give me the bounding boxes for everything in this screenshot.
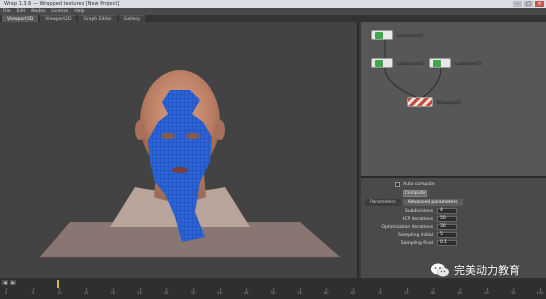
menu-nodes[interactable]: Nodes [31, 8, 45, 15]
node-wrapping-01[interactable] [407, 97, 433, 107]
param-label: Sampling initial [398, 233, 433, 238]
node-load-geom-03[interactable] [429, 58, 451, 68]
param-row: Subdivisions 4 [361, 208, 546, 215]
node-status-icon [433, 60, 441, 67]
timeline-tick-label: 5 [31, 291, 34, 295]
timeline-tick-label: 70 [377, 291, 383, 295]
timeline-tick-label: 80 [430, 291, 436, 295]
param-label: Sampling final [400, 241, 433, 246]
auto-compute-toggle[interactable]: Auto compute [395, 182, 435, 187]
timeline-tick-label: 30 [163, 291, 169, 295]
param-input[interactable]: 4 [437, 208, 457, 214]
maximize-button[interactable]: □ [524, 1, 533, 7]
close-button[interactable]: × [535, 1, 544, 7]
timeline-tick-label: 40 [217, 291, 222, 295]
menu-help[interactable]: Help [74, 8, 84, 15]
node-label: Wrapping01 [437, 100, 462, 105]
param-label: Subdivisions [404, 209, 433, 214]
timeline-tick-label: 0 [4, 291, 8, 295]
timeline-tick-label: 20 [110, 291, 116, 295]
node-label: LoadGeom03 [455, 61, 482, 66]
param-row: Optimization iterations 30 [361, 224, 546, 231]
tab-gallery[interactable]: Gallery [119, 15, 146, 22]
menu-edit[interactable]: Edit [17, 8, 26, 15]
param-row: ICP iterations 50 [361, 216, 546, 223]
timeline-track[interactable]: 0 5 10 15 20 25 30 35 40 45 50 55 60 65 70 75 80 85 90 95 10… [4, 288, 544, 296]
node-graph[interactable]: LoadGeom01 LoadGeom02 LoadGeom03 Wrappin… [361, 22, 546, 176]
watermark: 完美动力教育 [430, 262, 520, 278]
param-row: Sampling final 0.1 [361, 240, 546, 247]
timeline-tick-label: 50 [270, 291, 276, 295]
watermark-text: 完美动力教育 [454, 264, 520, 277]
viewport-3d[interactable] [0, 22, 359, 278]
timeline-tick-label: 10 [57, 291, 62, 295]
param-input[interactable]: 5 [437, 232, 457, 238]
node-label: LoadGeom01 [397, 33, 424, 38]
play-forward-icon[interactable]: ▶ [10, 280, 16, 285]
node-label: LoadGeom02 [397, 61, 424, 66]
wechat-icon [431, 263, 450, 277]
play-backward-icon[interactable]: ◀ [2, 280, 8, 285]
compute-button[interactable]: Compute [403, 190, 427, 197]
tab-graph-editor[interactable]: Graph Editor [78, 15, 118, 22]
window-titlebar: Wrap 1.3.6 — Wrapped textures [New Proje… [0, 0, 546, 8]
param-input[interactable]: 50 [437, 216, 457, 222]
timeline-playhead[interactable] [57, 280, 59, 288]
timeline-tick-label: 45 [244, 291, 249, 295]
tab-bar: Viewport3D Viewport2D Graph Editor Galle… [0, 15, 546, 22]
tab-viewport3d[interactable]: Viewport3D [2, 15, 39, 22]
param-row: Sampling initial 5 [361, 232, 546, 239]
param-input[interactable]: 30 [437, 224, 457, 230]
param-label: Optimization iterations [381, 225, 433, 230]
minimize-button[interactable]: – [513, 1, 522, 7]
timeline-tick-label: 95 [511, 291, 516, 295]
timeline-tick-label: 100 [536, 291, 544, 295]
timeline-tick-label: 65 [350, 291, 356, 295]
timeline-tick-label: 35 [190, 291, 196, 295]
window-controls: – □ × [513, 1, 544, 7]
node-load-geom-01[interactable] [371, 30, 393, 40]
node-status-icon [375, 60, 383, 67]
node-status-icon [375, 32, 383, 39]
timeline-tick-label: 90 [484, 291, 489, 295]
menu-bar: File Edit Nodes License Help [0, 8, 546, 15]
timeline-tick-label: 15 [83, 291, 89, 295]
param-input[interactable]: 0.1 [437, 240, 457, 246]
tab-advanced-parameters[interactable]: Advanced parameters [402, 199, 463, 206]
playback-controls: ◀ ▶ [2, 280, 16, 285]
parameter-tabs: Parameters Advanced parameters [365, 199, 463, 206]
node-connections [384, 40, 442, 98]
ear-left [135, 120, 145, 140]
timeline[interactable]: ◀ ▶ 0 5 10 15 20 25 30 35 40 45 50 55 60 65 70 75 80 85 90… [0, 278, 546, 299]
tab-parameters[interactable]: Parameters [365, 199, 401, 206]
timeline-tick-label: 25 [137, 291, 142, 295]
param-label: ICP iterations [403, 217, 433, 222]
menu-file[interactable]: File [3, 8, 11, 15]
timeline-tick-label: 75 [404, 291, 409, 295]
node-load-geom-02[interactable] [371, 58, 393, 68]
timeline-tick-label: 55 [297, 291, 302, 295]
auto-compute-label: Auto compute [403, 182, 435, 187]
ear-right [215, 120, 225, 140]
auto-compute-checkbox[interactable] [395, 182, 400, 187]
timeline-tick-label: 60 [324, 291, 329, 295]
window-title: Wrap 1.3.6 — Wrapped textures [New Proje… [4, 1, 120, 7]
menu-license[interactable]: License [51, 8, 68, 15]
tab-viewport2d[interactable]: Viewport2D [40, 15, 77, 22]
timeline-tick-label: 85 [457, 291, 463, 295]
viewport-scene [40, 70, 340, 258]
